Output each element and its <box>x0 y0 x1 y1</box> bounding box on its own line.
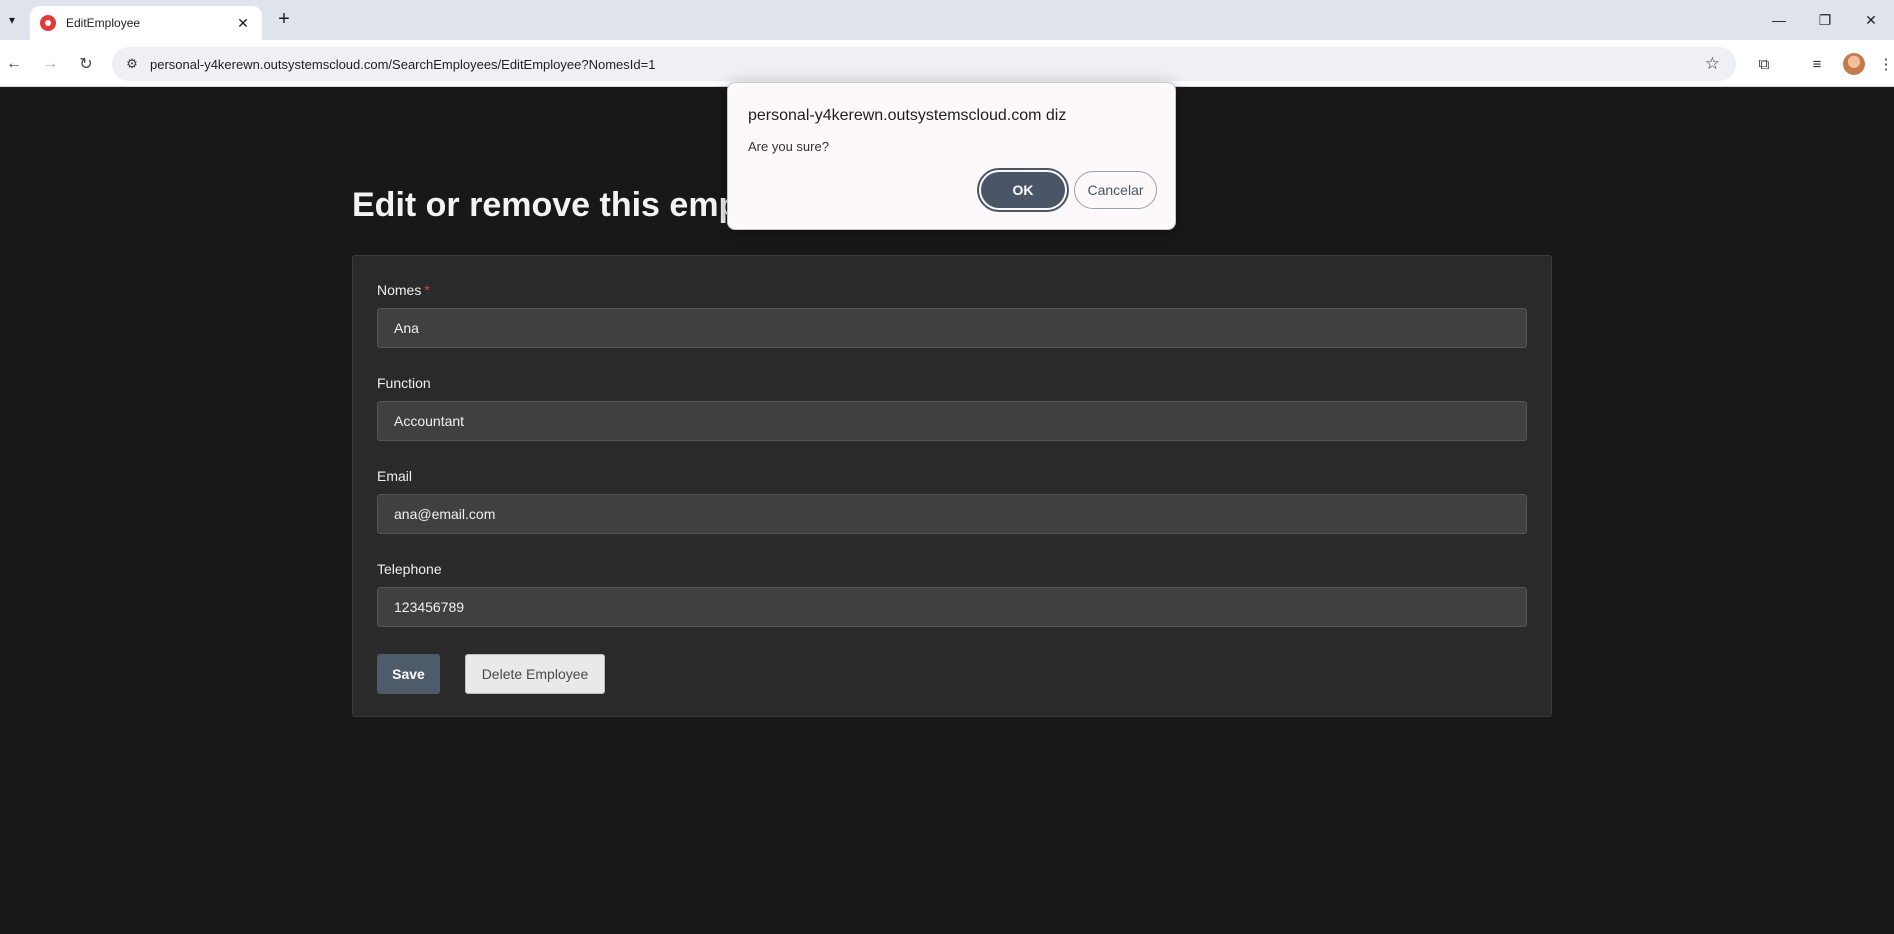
delete-employee-button[interactable]: Delete Employee <box>465 654 605 694</box>
playlist-icon[interactable]: ≡ <box>1805 52 1829 76</box>
page-title: Edit or remove this emplo <box>352 186 770 224</box>
dialog-title: personal-y4kerewn.outsystemscloud.com di… <box>748 107 1067 124</box>
required-marker: * <box>424 282 430 298</box>
tab-title: EditEmployee <box>66 16 141 30</box>
telephone-input[interactable] <box>377 587 1527 627</box>
browser-tab[interactable]: EditEmployee ✕ <box>30 6 262 40</box>
nomes-label: Nomes * <box>377 282 430 298</box>
close-window-icon[interactable]: ✕ <box>1848 0 1894 40</box>
url-text: personal-y4kerewn.outsystemscloud.com/Se… <box>150 56 656 72</box>
confirm-dialog: personal-y4kerewn.outsystemscloud.com di… <box>727 82 1176 230</box>
avatar[interactable] <box>1843 53 1865 75</box>
address-bar[interactable]: ⚙ personal-y4kerewn.outsystemscloud.com/… <box>112 47 1736 81</box>
save-button[interactable]: Save <box>377 654 440 694</box>
plus-icon[interactable]: + <box>272 8 296 32</box>
telephone-label: Telephone <box>377 561 442 577</box>
restore-icon[interactable]: ❐ <box>1802 0 1848 40</box>
browser-toolbar: ← → ↻ ⚙ personal-y4kerewn.outsystemsclou… <box>0 40 1894 87</box>
nomes-label-text: Nomes <box>377 282 422 298</box>
minimize-icon[interactable]: — <box>1756 0 1802 40</box>
tab-strip: ▾ EditEmployee ✕ + — ❐ ✕ <box>0 0 1894 40</box>
close-tab-icon[interactable]: ✕ <box>234 15 252 32</box>
email-label: Email <box>377 468 413 484</box>
puzzle-icon[interactable]: ⧉ <box>1752 52 1776 76</box>
reload-icon[interactable]: ↻ <box>72 50 100 78</box>
chevron-down-icon[interactable]: ▾ <box>2 8 22 32</box>
employee-form: Nomes* Function Email Telephone Save Del… <box>352 255 1552 717</box>
arrow-right-icon[interactable]: → <box>36 50 64 78</box>
tune-icon[interactable]: ⚙ <box>122 54 142 74</box>
function-label: Function <box>377 375 431 391</box>
star-icon[interactable]: ☆ <box>1705 54 1720 74</box>
nomes-input[interactable] <box>377 308 1527 348</box>
window-controls: — ❐ ✕ <box>1756 0 1894 40</box>
kebab-icon[interactable]: ⋮ <box>1878 52 1894 76</box>
dialog-message: Are you sure? <box>748 139 829 154</box>
cancel-button[interactable]: Cancelar <box>1074 171 1157 209</box>
ok-button[interactable]: OK <box>977 168 1069 212</box>
function-input[interactable] <box>377 401 1527 441</box>
email-input[interactable] <box>377 494 1527 534</box>
outsystems-favicon-icon <box>40 15 56 31</box>
arrow-left-icon[interactable]: ← <box>0 50 28 78</box>
